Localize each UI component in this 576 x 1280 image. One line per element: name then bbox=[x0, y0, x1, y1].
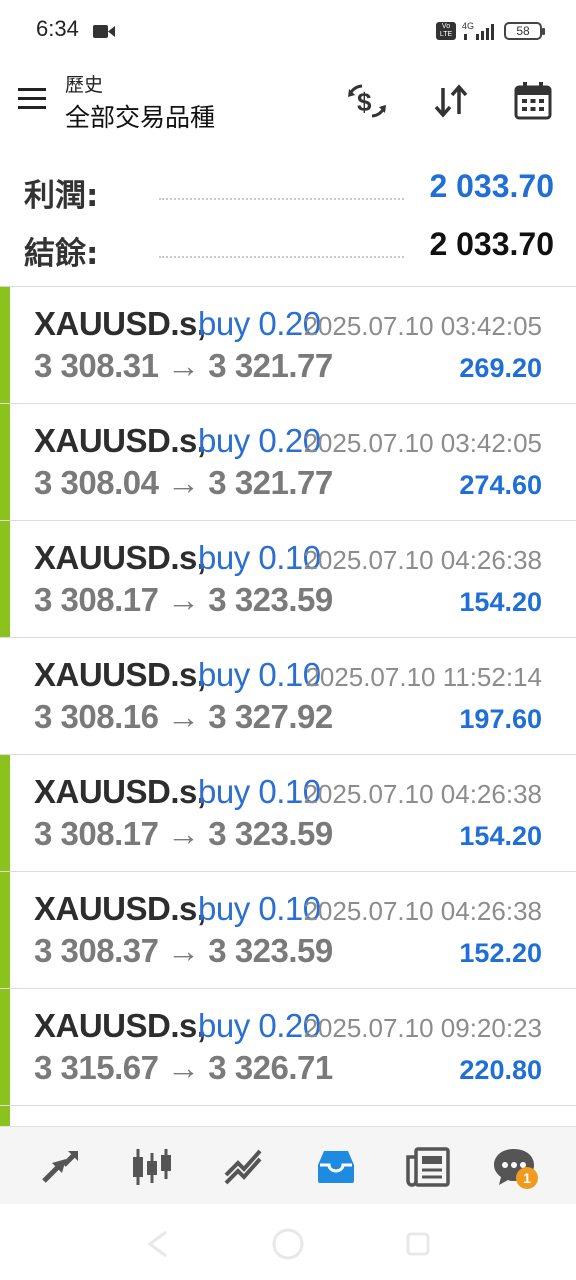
trade-prices: 3 308.31 → 3 321.77 bbox=[34, 347, 333, 384]
trade-symbol: XAUUSD.s, bbox=[34, 656, 206, 693]
trade-profit: 152.20 bbox=[459, 938, 542, 968]
back-icon[interactable] bbox=[140, 1226, 176, 1262]
trade-side: buy 0.10 bbox=[198, 890, 321, 927]
balance-dots bbox=[159, 256, 404, 258]
trade-profit: 220.80 bbox=[459, 1055, 542, 1085]
header-subtitle: 歷史 bbox=[65, 74, 104, 96]
status-time: 6:34 bbox=[36, 16, 79, 41]
account-summary: 利潤: 2 033.70 結餘: 2 033.70 bbox=[0, 160, 576, 286]
balance-label: 結餘: bbox=[24, 236, 99, 272]
trade-row[interactable]: XAUUSD.s, buy 0.10 2025.07.10 11:52:14 3… bbox=[0, 638, 576, 755]
menu-icon[interactable] bbox=[18, 88, 46, 110]
trade-prices: 3 315.67 → 3 326.71 bbox=[34, 1049, 333, 1086]
trade-symbol: XAUUSD.s, bbox=[34, 890, 206, 927]
messages-badge: 1 bbox=[516, 1167, 538, 1189]
profit-value: 2 033.70 bbox=[429, 168, 554, 204]
recents-icon[interactable] bbox=[400, 1226, 436, 1262]
trade-row[interactable]: XAUUSD.s, buy 0.20 2025.07.10 09:20:23 3… bbox=[0, 989, 576, 1106]
trade-row[interactable]: XAUUSD.s, buy 0.20 2025.07.10 03:42:05 3… bbox=[0, 404, 576, 521]
buy-indicator-bar bbox=[0, 404, 10, 520]
trade-prices: 3 308.17 → 3 323.59 bbox=[34, 581, 333, 618]
bottom-nav: 1 bbox=[0, 1126, 576, 1204]
trade-time: 2025.07.10 09:20:23 bbox=[303, 1013, 542, 1043]
trade-prices: 3 308.17 → 3 323.59 bbox=[34, 815, 333, 852]
trade-time: 2025.07.10 03:42:05 bbox=[303, 428, 542, 458]
profit-dots bbox=[159, 198, 404, 200]
symbol-filter[interactable]: 全部交易品種 bbox=[65, 98, 215, 134]
trade-symbol: XAUUSD.s, bbox=[34, 1007, 206, 1044]
buy-indicator-bar bbox=[0, 989, 10, 1105]
balance-value: 2 033.70 bbox=[429, 226, 554, 262]
calendar-icon[interactable] bbox=[512, 80, 554, 122]
trade-side: buy 0.10 bbox=[198, 656, 321, 693]
status-indicators: Vo LTE 4G 58 bbox=[436, 18, 545, 44]
trade-profit: 154.20 bbox=[459, 587, 542, 617]
trade-icon[interactable] bbox=[220, 1143, 268, 1191]
signal-icon: 4G bbox=[462, 21, 494, 40]
trade-row[interactable]: XAUUSD.s, buy 0.10 2025.07.10 04:26:38 3… bbox=[0, 872, 576, 989]
network-type: 4G bbox=[462, 21, 474, 31]
status-bar: 6:34 Vo LTE 4G 58 bbox=[0, 0, 576, 62]
trade-side: buy 0.10 bbox=[198, 773, 321, 810]
trade-row[interactable]: XAUUSD.s, buy 0.20 2025.07.10 03:42:05 3… bbox=[0, 287, 576, 404]
trade-side: buy 0.20 bbox=[198, 1007, 321, 1044]
app-header: 歷史 全部交易品種 $ bbox=[0, 62, 576, 142]
buy-indicator-bar bbox=[0, 872, 10, 988]
profit-label: 利潤: bbox=[24, 178, 99, 214]
trade-time: 2025.07.10 03:42:05 bbox=[303, 311, 542, 341]
trade-time: 2025.07.10 11:52:14 bbox=[305, 662, 542, 692]
video-camera-icon bbox=[93, 25, 115, 38]
trade-symbol: XAUUSD.s, bbox=[34, 422, 206, 459]
chart-icon[interactable] bbox=[128, 1143, 176, 1191]
trade-profit: 154.20 bbox=[459, 821, 542, 851]
trade-prices: 3 308.37 → 3 323.59 bbox=[34, 932, 333, 969]
battery-icon: 58 bbox=[504, 22, 545, 40]
currency-exchange-icon[interactable]: $ bbox=[346, 80, 388, 122]
trade-symbol: XAUUSD.s, bbox=[34, 305, 206, 342]
home-icon[interactable] bbox=[270, 1226, 306, 1262]
trade-profit: 274.60 bbox=[459, 470, 542, 500]
trade-side: buy 0.10 bbox=[198, 539, 321, 576]
news-icon[interactable] bbox=[404, 1143, 452, 1191]
trade-symbol: XAUUSD.s, bbox=[34, 773, 206, 810]
trade-row-partial[interactable] bbox=[0, 1106, 576, 1126]
buy-indicator-bar bbox=[0, 521, 10, 637]
quotes-icon[interactable] bbox=[36, 1143, 84, 1191]
profit-row: 利潤: 2 033.70 bbox=[24, 164, 554, 214]
trade-prices: 3 308.04 → 3 321.77 bbox=[34, 464, 333, 501]
trade-side: buy 0.20 bbox=[198, 305, 321, 342]
trade-list: XAUUSD.s, buy 0.20 2025.07.10 03:42:05 3… bbox=[0, 287, 576, 1126]
svg-text:$: $ bbox=[357, 87, 372, 117]
buy-indicator-bar bbox=[0, 755, 10, 871]
balance-row: 結餘: 2 033.70 bbox=[24, 222, 554, 272]
buy-indicator-bar bbox=[0, 287, 10, 403]
volte-icon: Vo LTE bbox=[436, 22, 456, 40]
trade-profit: 269.20 bbox=[459, 353, 542, 383]
trade-profit: 197.60 bbox=[459, 704, 542, 734]
trade-row[interactable]: XAUUSD.s, buy 0.10 2025.07.10 04:26:38 3… bbox=[0, 521, 576, 638]
trade-time: 2025.07.10 04:26:38 bbox=[303, 779, 542, 809]
sort-icon[interactable] bbox=[430, 80, 472, 122]
messages-icon[interactable]: 1 bbox=[490, 1143, 538, 1191]
trade-time: 2025.07.10 04:26:38 bbox=[303, 896, 542, 926]
trade-time: 2025.07.10 04:26:38 bbox=[303, 545, 542, 575]
buy-indicator-bar bbox=[0, 1106, 10, 1126]
trade-row[interactable]: XAUUSD.s, buy 0.10 2025.07.10 04:26:38 3… bbox=[0, 755, 576, 872]
history-icon[interactable] bbox=[312, 1143, 360, 1191]
trade-symbol: XAUUSD.s, bbox=[34, 539, 206, 576]
trade-side: buy 0.20 bbox=[198, 422, 321, 459]
system-nav-bar bbox=[0, 1204, 576, 1280]
trade-prices: 3 308.16 → 3 327.92 bbox=[34, 698, 333, 735]
